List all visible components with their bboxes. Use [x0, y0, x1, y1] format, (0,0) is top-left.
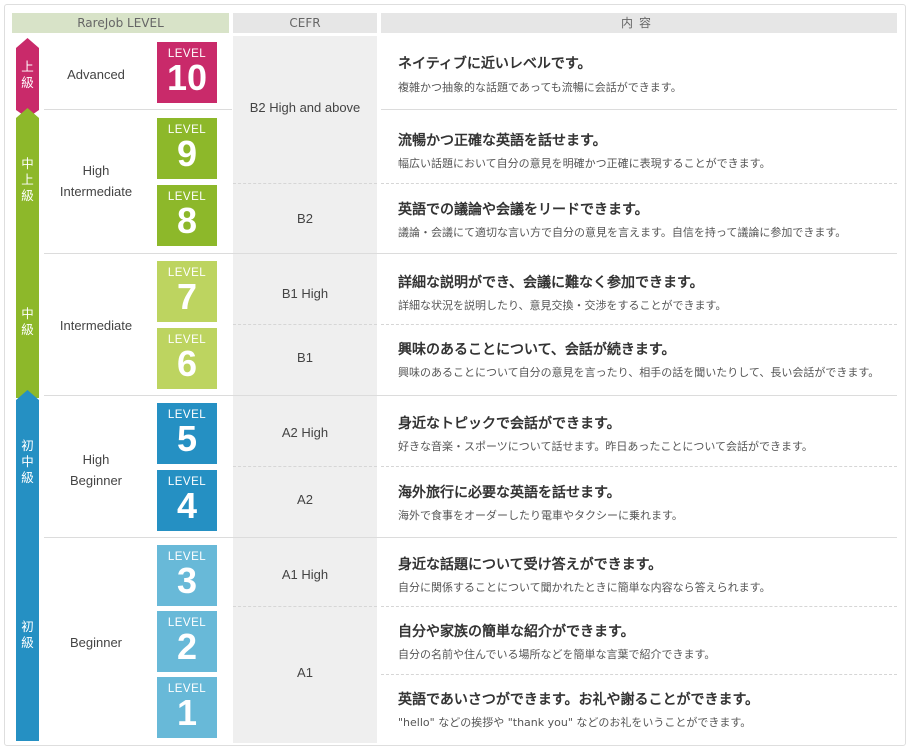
tier-label-intermediate: 中級 — [21, 306, 34, 337]
group-label-high-intermediate: High Intermediate — [59, 163, 133, 199]
group-label-intermediate: Intermediate — [59, 318, 133, 333]
tier-label-upper: 上級 — [21, 59, 34, 90]
level-title: 興味のあることについて、会話が続きます。 — [398, 342, 676, 358]
row-divider — [381, 324, 897, 325]
level-title: ネイティブに近いレベルです。 — [398, 56, 592, 72]
level-description: 自分の名前や住んでいる場所などを簡単な言葉で紹介できます。 — [398, 648, 716, 661]
cefr-divider — [233, 183, 377, 184]
level-badge-3: LEVEL 3 — [157, 545, 217, 606]
level-title: 自分や家族の簡単な紹介ができます。 — [398, 624, 635, 640]
cefr-divider — [233, 606, 377, 607]
group-divider — [44, 109, 232, 110]
row-divider — [381, 466, 897, 467]
level-description: 自分に関係することについて聞かれたときに簡単な内容なら答えられます。 — [398, 581, 771, 594]
cefr-label: A1 High — [281, 567, 329, 582]
group-divider — [44, 537, 897, 538]
level-title: 身近な話題について受け答えができます。 — [398, 557, 663, 573]
group-divider — [44, 395, 897, 396]
cefr-label: A1 — [297, 665, 313, 680]
level-title: 英語での議論や会議をリードできます。 — [398, 202, 649, 218]
cefr-label: A2 High — [281, 425, 329, 440]
cefr-label: A2 — [297, 492, 313, 507]
level-badge-2: LEVEL 2 — [157, 611, 217, 672]
level-badge-8: LEVEL 8 — [157, 185, 217, 246]
level-title: 流暢かつ正確な英語を話せます。 — [398, 133, 607, 149]
cefr-divider — [233, 466, 377, 467]
level-title: 身近なトピックで会話ができます。 — [398, 416, 621, 432]
level-badge-10: LEVEL 10 — [157, 42, 217, 103]
tier-label-upper-intermediate: 中上級 — [21, 156, 34, 203]
level-description: 好きな音楽・スポーツについて話せます。昨日あったことについて会話ができます。 — [398, 440, 813, 453]
cefr-label: B2 High and above — [249, 100, 361, 115]
cefr-column-background — [233, 36, 377, 743]
group-divider — [381, 109, 897, 110]
cefr-divider — [233, 324, 377, 325]
level-badge-6: LEVEL 6 — [157, 328, 217, 389]
cefr-label: B1 — [297, 350, 313, 365]
level-description: 複雑かつ抽象的な話題であっても流暢に会話ができます。 — [398, 81, 682, 94]
level-description: "hello" などの挨拶や "thank you" などのお礼をいうことができ… — [398, 716, 752, 729]
group-label-high-beginner: High Beginner — [69, 452, 123, 488]
level-badge-4: LEVEL 4 — [157, 470, 217, 531]
header-rarejob-level: RareJob LEVEL — [12, 13, 229, 33]
tier-label-beginner-intermediate: 初中級 — [21, 438, 34, 485]
group-divider — [44, 253, 897, 254]
group-label-beginner: Beginner — [69, 635, 123, 650]
row-divider — [381, 606, 897, 607]
level-badge-5: LEVEL 5 — [157, 403, 217, 464]
header-content: 内容 — [381, 13, 897, 33]
level-description: 詳細な状況を説明したり、意見交換・交渉をすることができます。 — [398, 299, 727, 312]
level-title: 詳細な説明ができ、会議に難なく参加できます。 — [398, 275, 704, 291]
level-title: 海外旅行に必要な英語を話せます。 — [398, 485, 621, 501]
row-divider — [381, 674, 897, 675]
level-description: 海外で食事をオーダーしたり電車やタクシーに乗れます。 — [398, 509, 683, 522]
tier-label-beginner: 初級 — [21, 619, 34, 650]
group-label-advanced: Advanced — [67, 67, 125, 82]
level-badge-1: LEVEL 1 — [157, 677, 217, 738]
cefr-label: B2 — [297, 211, 313, 226]
level-description: 興味のあることについて自分の意見を言ったり、相手の話を聞いたりして、長い会話がで… — [398, 366, 880, 379]
row-divider — [381, 183, 897, 184]
level-description: 議論・会議にて適切な言い方で自分の意見を言えます。自信を持って議論に参加できます… — [398, 226, 847, 239]
level-description: 幅広い話題において自分の意見を明確かつ正確に表現することができます。 — [398, 157, 771, 170]
level-badge-7: LEVEL 7 — [157, 261, 217, 322]
level-badge-9: LEVEL 9 — [157, 118, 217, 179]
cefr-label: B1 High — [281, 286, 329, 301]
level-title: 英語であいさつができます。お礼や謝ることができます。 — [398, 692, 760, 708]
header-cefr: CEFR — [233, 13, 377, 33]
